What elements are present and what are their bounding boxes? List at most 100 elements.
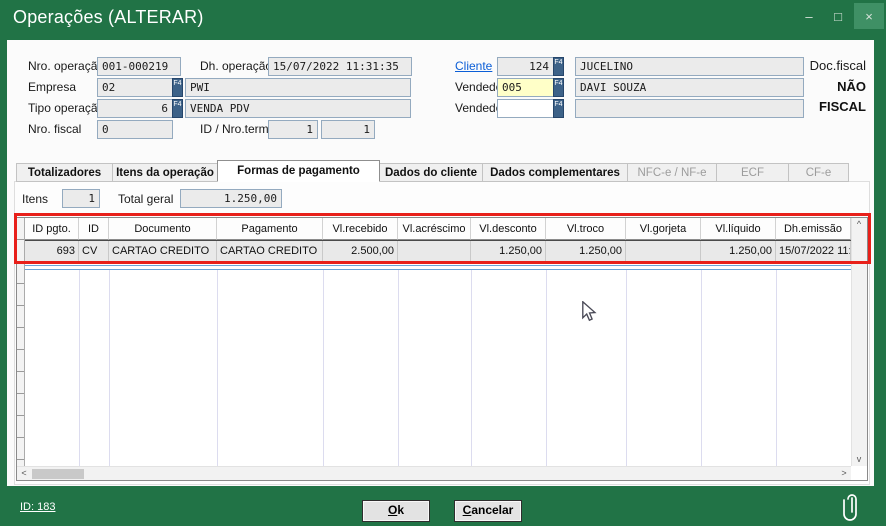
grid-column-line	[323, 270, 324, 466]
empresa-name-field[interactable]: PWI	[185, 78, 411, 97]
cell-vl-acrescimo	[398, 241, 471, 262]
nro-fiscal-label: Nro. fiscal	[28, 122, 81, 136]
grid-end-separator	[25, 265, 851, 270]
tipo-operacao-label: Tipo operação	[28, 101, 104, 115]
cell-vl-troco: 1.250,00	[546, 241, 626, 262]
cell-dh-emissao: 15/07/2022 11:3	[776, 241, 851, 262]
grid-row-selected[interactable]: 693 CV CARTAO CREDITO CARTAO CREDITO 2.5…	[25, 240, 851, 263]
grid-column-line	[217, 270, 218, 466]
vendedor-code-field[interactable]: 005	[497, 78, 554, 97]
payments-grid[interactable]: ID pgto. ID Documento Pagamento Vl.receb…	[16, 217, 868, 481]
column-header-vl-troco[interactable]: Vl.troco	[546, 218, 626, 240]
nro-operacao-label: Nro. operação	[28, 59, 104, 73]
total-geral-field[interactable]: 1.250,00	[180, 189, 282, 208]
tab-itens-da-operacao[interactable]: Itens da operação	[112, 163, 218, 182]
nro-fiscal-field[interactable]: 0	[97, 120, 173, 139]
doc-fiscal-label: Doc.fiscal	[810, 58, 866, 73]
dh-operacao-field[interactable]: 15/07/2022 11:31:35	[268, 57, 412, 76]
grid-column-line	[701, 270, 702, 466]
cliente-name-field[interactable]: JUCELINO	[575, 57, 804, 76]
vendedor2-name-field[interactable]	[575, 99, 804, 118]
cell-pagamento: CARTAO CREDITO	[217, 241, 323, 262]
doc-fiscal-fiscal: FISCAL	[819, 99, 866, 114]
cliente-code-field[interactable]: 124	[497, 57, 554, 76]
dh-operacao-label: Dh. operação	[200, 59, 272, 73]
column-header-dh-emissao[interactable]: Dh.emissão	[776, 218, 851, 240]
tipo-operacao-code-field[interactable]: 6	[97, 99, 173, 118]
cell-vl-liquido: 1.250,00	[701, 241, 776, 262]
tipo-operacao-f4-button[interactable]: F4	[172, 99, 183, 118]
grid-column-line	[776, 270, 777, 466]
cell-documento: CARTAO CREDITO	[109, 241, 217, 262]
tab-dados-complementares[interactable]: Dados complementares	[482, 163, 628, 182]
ok-button[interactable]: Ok	[362, 500, 430, 522]
tab-ecf: ECF	[716, 163, 789, 182]
horizontal-scrollbar[interactable]: < >	[17, 466, 851, 480]
cliente-f4-button[interactable]: F4	[553, 57, 564, 76]
cell-id-pgto: 693	[25, 241, 79, 262]
cliente-link[interactable]: Cliente	[455, 59, 492, 73]
doc-fiscal-nao: NÃO	[837, 79, 866, 94]
cell-vl-gorjeta	[626, 241, 701, 262]
close-button[interactable]: ×	[854, 3, 884, 29]
column-header-vl-desconto[interactable]: Vl.desconto	[471, 218, 546, 240]
id-nro-term-label: ID / Nro.term.	[200, 122, 272, 136]
vendedor2-f4-button[interactable]: F4	[553, 99, 564, 118]
column-header-id-pgto[interactable]: ID pgto.	[25, 218, 79, 240]
maximize-button[interactable]: □	[823, 3, 853, 29]
nro-operacao-field[interactable]: 001-000219	[97, 57, 181, 76]
grid-column-line	[398, 270, 399, 466]
empresa-f4-button[interactable]: F4	[172, 78, 183, 97]
tab-dados-do-cliente[interactable]: Dados do cliente	[379, 163, 483, 182]
cell-vl-desconto: 1.250,00	[471, 241, 546, 262]
total-geral-label: Total geral	[118, 192, 173, 206]
column-header-id[interactable]: ID	[79, 218, 109, 240]
vendedor-name-field[interactable]: DAVI SOUZA	[575, 78, 804, 97]
column-header-vl-recebido[interactable]: Vl.recebido	[323, 218, 398, 240]
maximize-icon: □	[834, 9, 842, 24]
scroll-right-icon[interactable]: >	[837, 467, 851, 480]
grid-column-line	[79, 270, 80, 466]
scroll-up-icon[interactable]: ^	[852, 218, 866, 231]
paperclip-attachment-icon[interactable]	[841, 489, 863, 523]
id-term-field-2[interactable]: 1	[321, 120, 375, 139]
cell-vl-recebido: 2.500,00	[323, 241, 398, 262]
column-header-pagamento[interactable]: Pagamento	[217, 218, 323, 240]
tipo-operacao-name-field[interactable]: VENDA PDV	[185, 99, 411, 118]
cancel-button-label: Cancelar	[455, 501, 521, 520]
itens-field[interactable]: 1	[62, 189, 100, 208]
grid-header-row: ID pgto. ID Documento Pagamento Vl.receb…	[25, 218, 851, 240]
scroll-down-icon[interactable]: v	[852, 453, 866, 466]
tab-nfce-nfe: NFC-e / NF-e	[627, 163, 717, 182]
itens-label: Itens	[22, 192, 48, 206]
empresa-code-field[interactable]: 02	[97, 78, 173, 97]
minimize-button[interactable]: –	[794, 3, 824, 29]
grid-column-line	[109, 270, 110, 466]
vertical-scrollbar[interactable]: ^ v	[851, 218, 867, 466]
column-header-vl-acrescimo[interactable]: Vl.acréscimo	[398, 218, 471, 240]
column-header-vl-liquido[interactable]: Vl.líquido	[701, 218, 776, 240]
vendedor-f4-button[interactable]: F4	[553, 78, 564, 97]
tab-formas-de-pagamento[interactable]: Formas de pagamento	[217, 160, 380, 182]
minimize-icon: –	[805, 9, 812, 24]
tab-totalizadores[interactable]: Totalizadores	[16, 163, 113, 182]
horizontal-scrollbar-thumb[interactable]	[32, 469, 84, 479]
empresa-label: Empresa	[28, 80, 76, 94]
ok-button-label: Ok	[363, 501, 429, 520]
tab-strip: Totalizadores Itens da operação Formas d…	[16, 160, 848, 182]
grid-column-line	[626, 270, 627, 466]
window-title: Operações (ALTERAR)	[13, 7, 204, 28]
cell-id: CV	[79, 241, 109, 262]
tab-cfe: CF-e	[788, 163, 849, 182]
vendedor2-code-field[interactable]	[497, 99, 554, 118]
column-header-vl-gorjeta[interactable]: Vl.gorjeta	[626, 218, 701, 240]
close-icon: ×	[865, 9, 873, 24]
record-id-link[interactable]: ID: 183	[20, 501, 55, 513]
cancel-button[interactable]: Cancelar	[454, 500, 522, 522]
column-header-documento[interactable]: Documento	[109, 218, 217, 240]
grid-column-line	[471, 270, 472, 466]
scroll-left-icon[interactable]: <	[17, 467, 31, 480]
grid-row-indicator-column	[17, 218, 25, 466]
id-term-field-1[interactable]: 1	[268, 120, 318, 139]
grid-column-line	[546, 270, 547, 466]
